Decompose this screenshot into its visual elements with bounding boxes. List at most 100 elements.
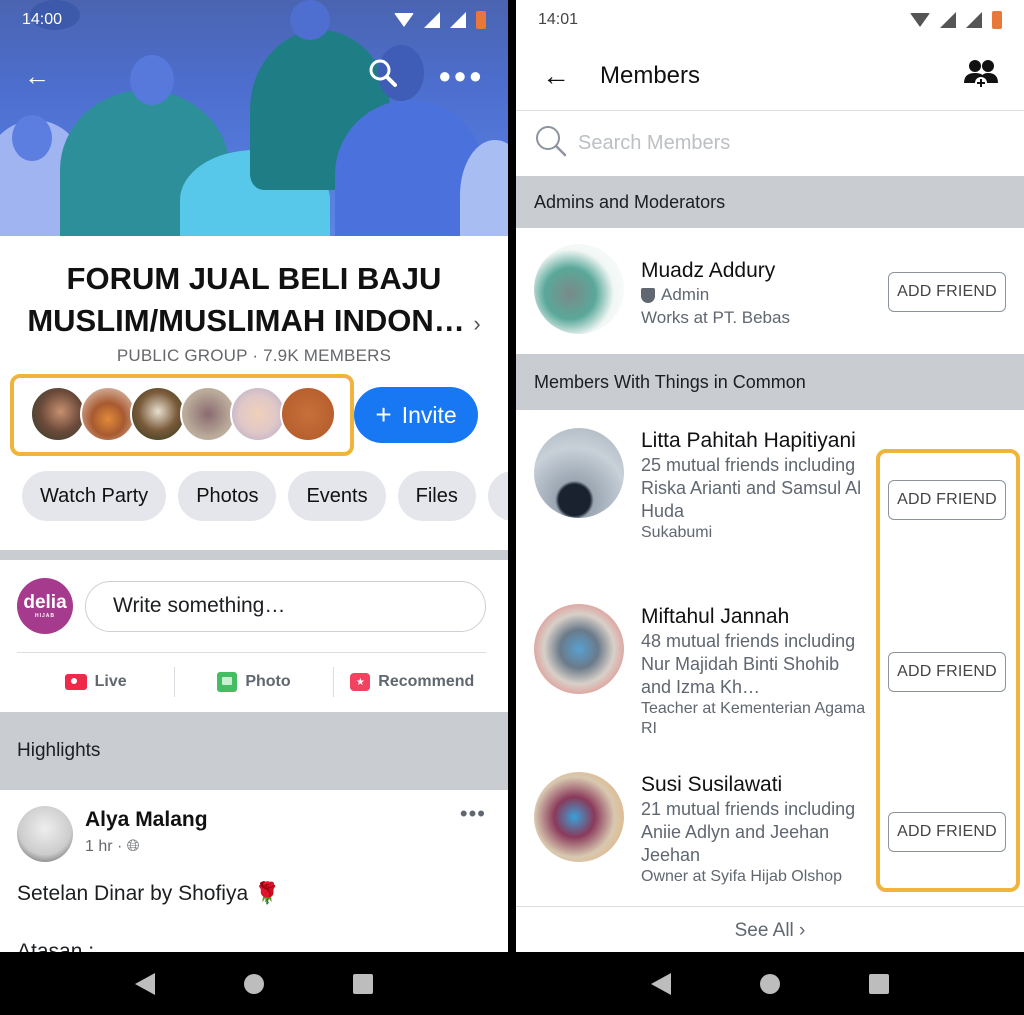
status-bar: 14:00: [0, 0, 508, 40]
member-name[interactable]: Susi Susilawati: [641, 772, 873, 798]
signal-icon: [450, 12, 466, 28]
add-friend-button[interactable]: ADD FRIEND: [888, 272, 1006, 312]
member-detail: Owner at Syifa Hijab Olshop: [641, 868, 842, 885]
member-row[interactable]: Litta Pahitah Hapitiyani 25 mutual frien…: [534, 428, 1006, 578]
avatar: delia HIJAB: [17, 578, 73, 634]
section-header-common: Members With Things in Common: [516, 354, 1024, 410]
member-avatars[interactable]: [30, 386, 336, 442]
status-bar: 14:01: [516, 0, 1024, 40]
nav-recents-icon[interactable]: [353, 973, 374, 994]
nav-back-icon[interactable]: [134, 972, 155, 995]
nav-back-icon[interactable]: [650, 972, 671, 995]
avatar[interactable]: [80, 386, 136, 442]
group-toolbar: ← ●●●: [24, 58, 484, 93]
plus-icon: +: [375, 399, 392, 430]
battery-icon: [992, 11, 1002, 29]
wifi-icon: [394, 13, 414, 27]
add-members-icon[interactable]: [964, 59, 998, 94]
globe-icon: 🌐︎: [126, 838, 140, 855]
mutual-friends: 21 mutual friends including Aniie Adlyn …: [641, 799, 856, 865]
member-detail: Works at PT. Bebas: [641, 308, 790, 327]
group-tabs: Watch Party Photos Events Files: [22, 471, 508, 521]
section-header-admins: Admins and Moderators: [516, 176, 1024, 228]
member-row[interactable]: Miftahul Jannah 48 mutual friends includ…: [534, 604, 1006, 754]
member-detail: Sukabumi: [641, 524, 713, 541]
shield-icon: [641, 287, 655, 303]
tab-photos[interactable]: Photos: [178, 471, 277, 521]
search-bar: [534, 120, 1006, 166]
signal-icon: [940, 12, 956, 28]
nav-home-icon[interactable]: [243, 973, 264, 994]
back-arrow-icon[interactable]: ←: [542, 60, 570, 92]
mutual-friends: 25 mutual friends including Riska Ariant…: [641, 455, 862, 521]
post-timestamp: 1 hr · 🌐︎: [85, 838, 140, 855]
chevron-right-icon: ›: [473, 311, 481, 336]
page-title: Members: [600, 62, 701, 89]
post-author[interactable]: Alya Malang: [85, 808, 208, 832]
search-icon[interactable]: [368, 58, 398, 93]
avatar[interactable]: [280, 386, 336, 442]
highlights-header: Highlights: [0, 712, 508, 790]
add-friend-button[interactable]: ADD FRIEND: [888, 652, 1006, 692]
post-more-icon[interactable]: •••: [460, 803, 486, 825]
members-header: ← Members: [516, 52, 1024, 100]
post-header: Alya Malang 1 hr · 🌐︎ •••: [17, 803, 486, 862]
group-title[interactable]: FORUM JUAL BELI BAJU MUSLIM/MUSLIMAH IND…: [0, 258, 508, 345]
avatar[interactable]: [130, 386, 186, 442]
member-detail: Teacher at Kementerian Agama RI: [641, 700, 866, 737]
mutual-friends: 48 mutual friends including Nur Majidah …: [641, 631, 856, 697]
divider: [17, 652, 486, 653]
tab-more[interactable]: [487, 471, 508, 521]
android-nav-bar: [516, 952, 1024, 1015]
battery-icon: [476, 11, 486, 29]
avatar[interactable]: [17, 806, 73, 862]
signal-icon: [424, 12, 440, 28]
search-icon: [534, 124, 568, 163]
tab-files[interactable]: Files: [397, 471, 476, 521]
add-friend-button[interactable]: ADD FRIEND: [888, 480, 1006, 520]
member-row[interactable]: Susi Susilawati 21 mutual friends includ…: [534, 772, 1006, 902]
write-something-input[interactable]: Write something…: [85, 580, 486, 632]
member-role: Admin: [641, 284, 873, 306]
photo-icon: [217, 672, 238, 692]
member-name[interactable]: Miftahul Jannah: [641, 604, 873, 630]
wifi-icon: [910, 13, 930, 27]
status-time: 14:00: [22, 11, 63, 28]
member-name[interactable]: Litta Pahitah Hapitiyani: [641, 428, 873, 454]
avatar[interactable]: [534, 604, 624, 694]
status-time: 14:01: [538, 11, 579, 28]
avatar[interactable]: [534, 244, 624, 334]
group-screen: 14:00 ← ●●● FORUM JUAL BELI BAJU MUSLIM/…: [0, 0, 508, 1015]
tab-events[interactable]: Events: [288, 471, 386, 521]
chevron-right-icon: ›: [799, 920, 806, 941]
nav-home-icon[interactable]: [759, 973, 780, 994]
divider: [516, 110, 1024, 111]
post-composer: delia HIJAB Write something…: [17, 578, 486, 634]
nav-recents-icon[interactable]: [869, 973, 890, 994]
signal-icon: [966, 12, 982, 28]
divider: [516, 906, 1024, 907]
android-nav-bar: [0, 952, 508, 1015]
search-members-input[interactable]: [578, 131, 1006, 155]
post-text: Setelan Dinar by Shofiya 🌹: [17, 882, 281, 905]
more-options-icon[interactable]: ●●●: [438, 64, 484, 87]
avatar[interactable]: [230, 386, 286, 442]
tab-watch-party[interactable]: Watch Party: [22, 471, 167, 521]
avatar[interactable]: [534, 772, 624, 862]
see-all-link[interactable]: See All ›: [516, 920, 1024, 942]
section-divider: [0, 550, 508, 560]
avatar[interactable]: [30, 386, 86, 442]
recommend-button[interactable]: ★ Recommend: [334, 673, 491, 691]
add-friend-button[interactable]: ADD FRIEND: [888, 812, 1006, 852]
member-row[interactable]: Muadz Addury Admin Works at PT. Bebas AD…: [534, 244, 1006, 344]
member-name[interactable]: Muadz Addury: [641, 258, 873, 284]
group-meta: PUBLIC GROUP · 7.9K MEMBERS: [116, 346, 392, 365]
back-arrow-icon[interactable]: ←: [24, 63, 50, 89]
composer-actions: Live Photo ★ Recommend: [17, 660, 491, 704]
live-video-icon: [64, 674, 87, 690]
live-button[interactable]: Live: [17, 673, 174, 691]
avatar[interactable]: [534, 428, 624, 518]
invite-button[interactable]: + Invite: [354, 387, 478, 443]
photo-button[interactable]: Photo: [175, 672, 332, 692]
avatar[interactable]: [180, 386, 236, 442]
